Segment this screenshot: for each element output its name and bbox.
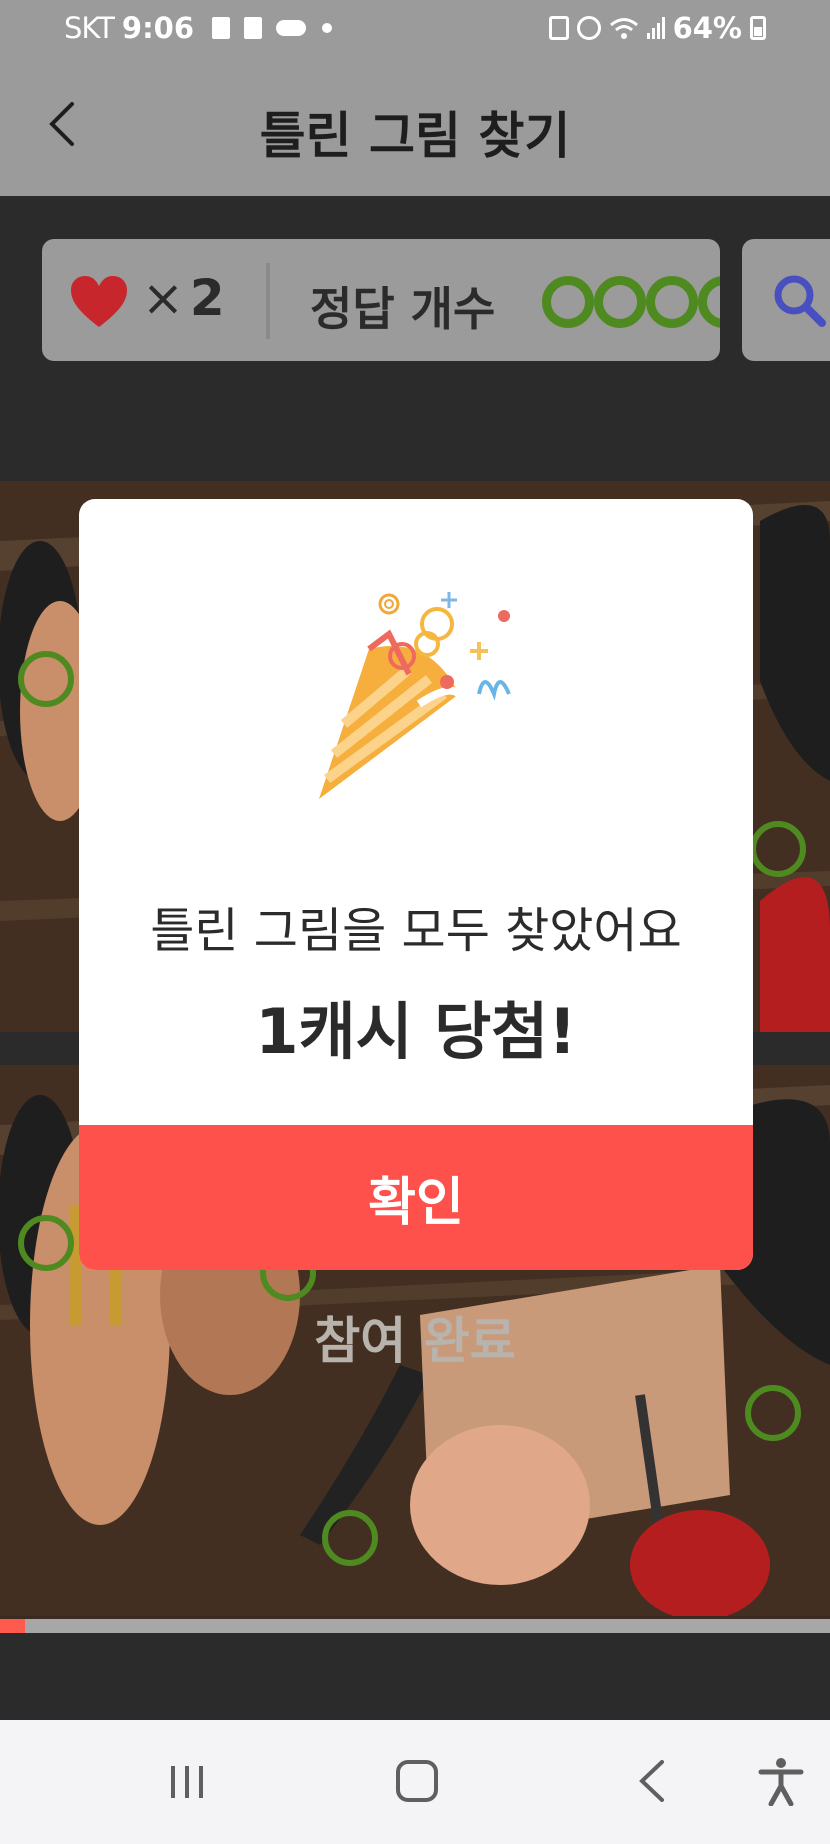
answers-label: 정답 개수 (310, 282, 496, 336)
wifi-icon (609, 18, 638, 39)
home-icon[interactable] (396, 1760, 438, 1802)
status-bar: SKT 9:06 64% (0, 0, 830, 52)
progress-fill (0, 1619, 25, 1633)
answer-found-circle (698, 276, 720, 328)
battery-saver-icon (548, 16, 569, 40)
found-difference-marker (18, 651, 74, 707)
modal-message: 틀린 그림을 모두 찾았어요 (150, 903, 682, 959)
carrier-label: SKT (64, 11, 115, 45)
result-modal: 틀린 그림을 모두 찾았어요 1캐시 당첨! 확인 (79, 499, 753, 1270)
lives-number: 2 (189, 269, 225, 327)
notification-icon (212, 17, 231, 39)
modal-reward: 1캐시 당첨! (255, 995, 577, 1068)
dot-icon (322, 23, 333, 33)
notification-icon (244, 17, 263, 39)
participation-status: 참여 완료 (314, 1312, 516, 1370)
signal-icon (646, 17, 665, 39)
confirm-button[interactable]: 확인 (79, 1125, 753, 1270)
stats-divider (266, 263, 270, 339)
hint-button[interactable] (742, 239, 830, 361)
status-bar-right: 64% (548, 11, 766, 45)
lives-times-symbol: × (142, 269, 184, 327)
back-icon[interactable] (634, 1758, 670, 1804)
answers-progress (542, 276, 720, 328)
page-title: 틀린 그림 찾기 (259, 107, 571, 165)
clock: 9:06 (121, 11, 195, 45)
found-difference-marker (322, 1510, 378, 1566)
party-popper-icon (319, 592, 511, 799)
battery-percent: 64% (672, 11, 742, 45)
progress-bar (0, 1619, 830, 1633)
search-icon (774, 275, 826, 327)
answer-found-circle (646, 276, 698, 328)
cloud-icon (276, 20, 307, 36)
lives-count: × 2 (142, 269, 225, 327)
answer-found-circle (594, 276, 646, 328)
accessibility-icon[interactable] (756, 1756, 806, 1806)
stats-card: × 2 정답 개수 (42, 239, 720, 361)
alarm-icon (576, 16, 601, 40)
found-difference-marker (750, 821, 806, 877)
system-nav-bar (0, 1720, 830, 1844)
battery-icon (750, 16, 766, 40)
status-bar-left: SKT 9:06 (64, 11, 333, 45)
answer-found-circle (542, 276, 594, 328)
recents-icon[interactable] (167, 1762, 207, 1802)
heart-icon (71, 276, 127, 327)
found-difference-marker (18, 1215, 74, 1271)
found-difference-marker (745, 1385, 801, 1441)
app-header: 틀린 그림 찾기 (0, 52, 830, 196)
